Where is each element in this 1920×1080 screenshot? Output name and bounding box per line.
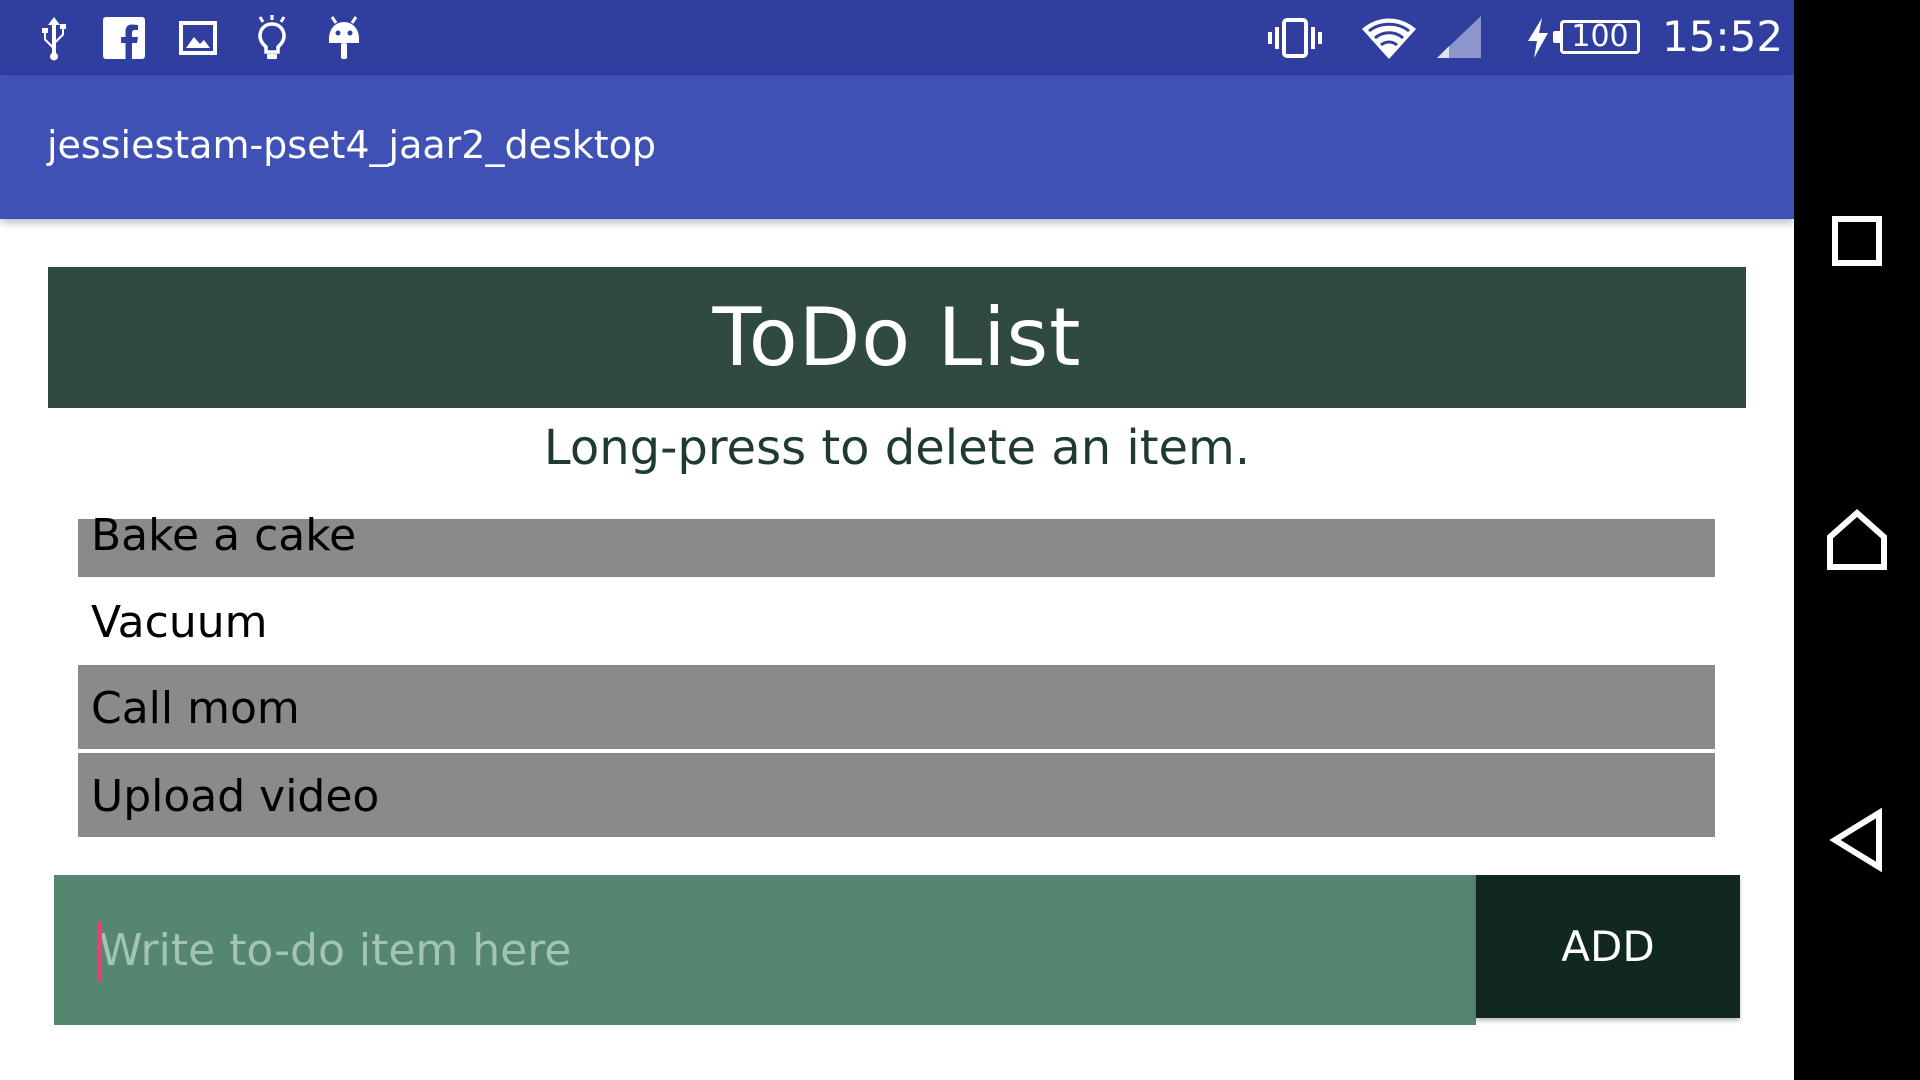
list-item-label: Upload video: [91, 771, 380, 822]
list-item-label: Call mom: [91, 683, 300, 734]
cell-signal-icon: [1434, 14, 1484, 62]
facebook-icon: [102, 14, 146, 62]
recent-apps-button[interactable]: [1819, 203, 1895, 279]
charging-icon: [1520, 14, 1556, 62]
list-item[interactable]: Call mom: [78, 665, 1715, 749]
app-title: jessiestam-pset4_jaar2_desktop: [47, 123, 657, 167]
instruction-text: Long-press to delete an item.: [543, 420, 1251, 476]
home-icon: [1827, 508, 1887, 570]
status-bar: 100 15:52: [0, 0, 1794, 75]
todo-input[interactable]: [54, 875, 1476, 1025]
battery-indicator: 100: [1553, 20, 1640, 54]
add-item-bar: ADD: [54, 875, 1740, 1025]
list-item[interactable]: Vacuum: [78, 577, 1715, 665]
navigation-bar: [1794, 0, 1920, 1080]
header-banner: ToDo List: [48, 267, 1746, 408]
lightbulb-icon: [250, 14, 294, 62]
app-screen: 100 15:52 jessiestam-pset4_jaar2_desktop…: [0, 0, 1794, 1080]
list-item[interactable]: Upload video: [78, 753, 1715, 837]
text-cursor: [97, 921, 102, 981]
list-item-label: Vacuum: [91, 597, 268, 648]
back-icon: [1829, 807, 1882, 873]
app-toolbar: jessiestam-pset4_jaar2_desktop: [0, 75, 1794, 219]
home-button[interactable]: [1819, 502, 1895, 578]
wifi-icon: [1360, 14, 1418, 62]
usb-icon: [34, 14, 74, 62]
recent-apps-icon: [1832, 216, 1882, 266]
android-icon: [322, 14, 366, 62]
vibrate-icon: [1267, 14, 1323, 62]
image-icon: [176, 14, 220, 62]
back-button[interactable]: [1819, 802, 1895, 878]
todo-list[interactable]: Bake a cake Vacuum Call mom Upload video: [78, 510, 1715, 837]
list-item[interactable]: Bake a cake: [78, 510, 1715, 577]
page-title: ToDo List: [712, 291, 1082, 384]
clock: 15:52: [1662, 12, 1784, 61]
add-button[interactable]: ADD: [1476, 875, 1740, 1018]
list-item-label: Bake a cake: [91, 510, 357, 561]
